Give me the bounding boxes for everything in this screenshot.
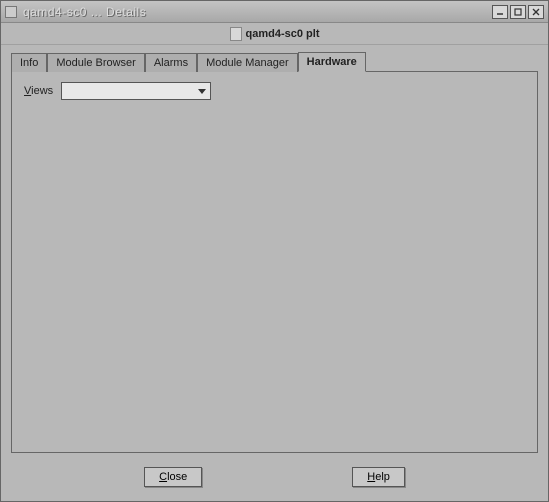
tab-hardware[interactable]: Hardware [298,52,366,72]
close-window-button[interactable] [528,5,544,19]
tab-info[interactable]: Info [11,53,47,72]
tabs: Info Module Browser Alarms Module Manage… [1,45,548,71]
maximize-icon [513,7,523,17]
chevron-down-icon [198,89,206,94]
maximize-button[interactable] [510,5,526,19]
node-icon [230,27,242,41]
help-button[interactable]: Help [352,467,405,487]
minimize-icon [495,7,505,17]
window: qamd4-sc0 ... Details qamd4-sc0 plt Info… [0,0,549,502]
header: qamd4-sc0 plt [1,23,548,45]
minimize-button[interactable] [492,5,508,19]
titlebar[interactable]: qamd4-sc0 ... Details [1,1,548,23]
tab-content-hardware: Views [11,71,538,453]
tab-module-browser[interactable]: Module Browser [47,53,144,72]
hardware-content-area [24,100,525,442]
header-title: qamd4-sc0 plt [246,28,320,40]
close-icon [531,7,541,17]
window-title: qamd4-sc0 ... Details [23,5,492,19]
window-controls [492,5,544,19]
button-row: Close Help [1,461,548,501]
views-dropdown[interactable] [61,82,211,100]
tab-module-manager[interactable]: Module Manager [197,53,298,72]
views-label: Views [24,85,53,97]
views-row: Views [24,82,525,100]
tab-alarms[interactable]: Alarms [145,53,197,72]
app-icon [5,6,17,18]
close-button[interactable]: Close [144,467,202,487]
